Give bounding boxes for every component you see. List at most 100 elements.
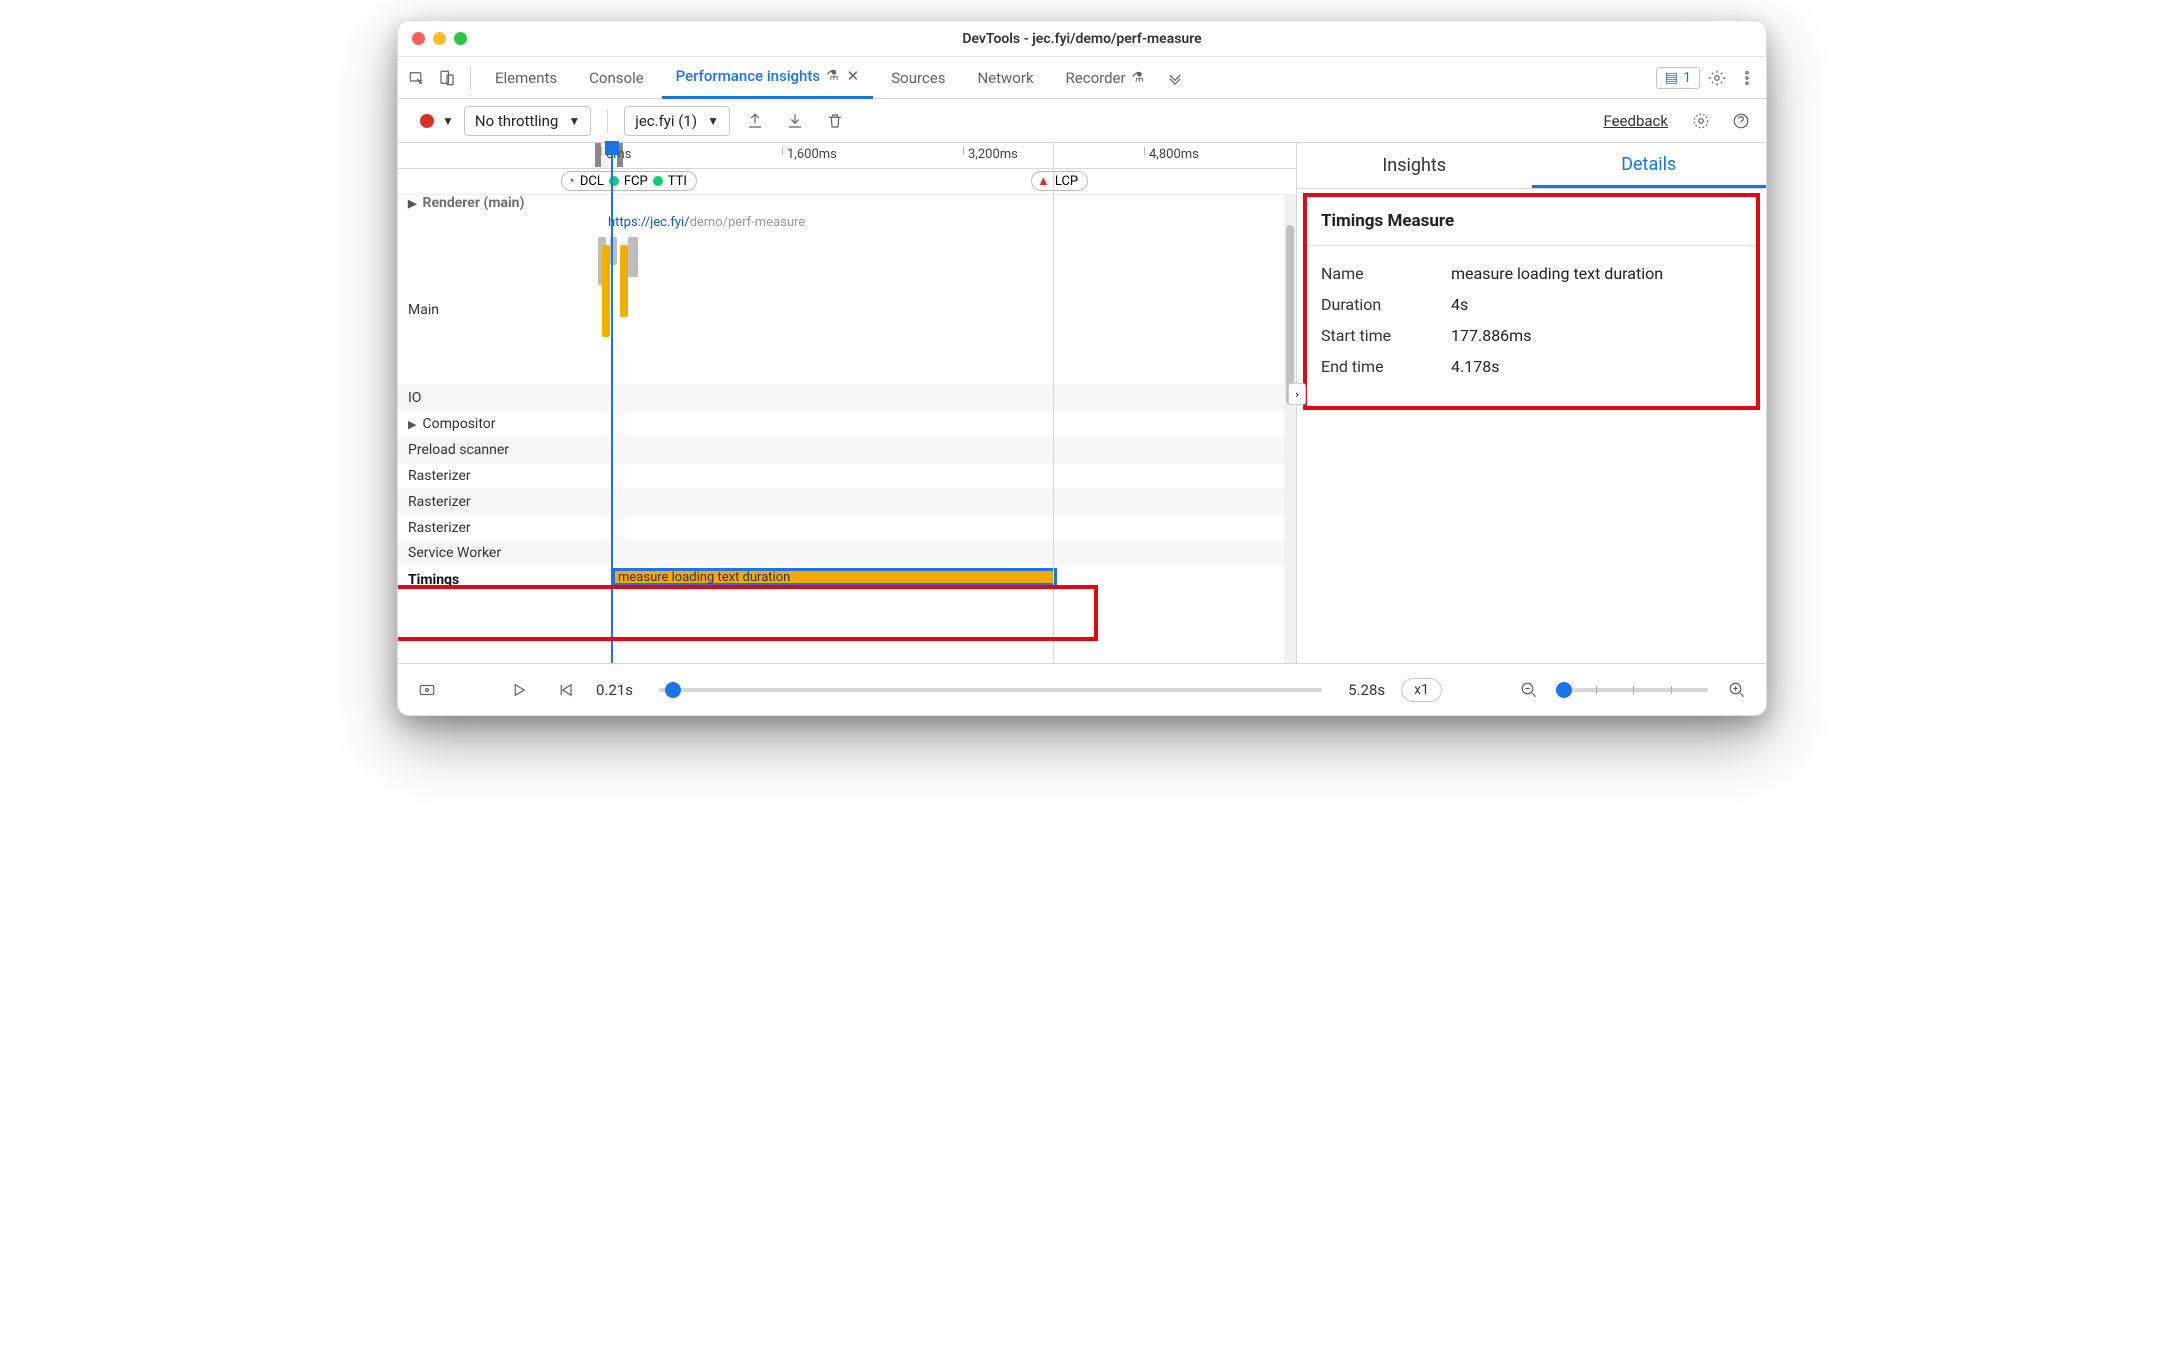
panel-settings-icon[interactable] xyxy=(1686,106,1716,136)
settings-icon[interactable] xyxy=(1704,65,1730,91)
track-timings[interactable]: measure loading text duration xyxy=(598,565,1296,595)
experimental-icon: ⚗ xyxy=(1132,70,1145,86)
devtools-tabs: Elements Console Performance insights ⚗ … xyxy=(398,57,1766,99)
device-toolbar-icon[interactable] xyxy=(434,65,460,91)
throttling-value: No throttling xyxy=(475,112,558,130)
track-rasterizer-label: Rasterizer xyxy=(408,520,471,536)
playback-speed[interactable]: x1 xyxy=(1401,678,1442,702)
separator xyxy=(470,66,471,90)
delete-icon[interactable] xyxy=(820,106,850,136)
detail-key-duration: Duration xyxy=(1321,295,1451,314)
zoom-controls xyxy=(1514,675,1752,705)
track-main[interactable] xyxy=(598,235,1296,385)
experimental-icon: ⚗ xyxy=(826,68,839,84)
track-rasterizer-label: Rasterizer xyxy=(408,494,471,510)
detail-val-duration: 4s xyxy=(1451,295,1468,314)
expand-icon[interactable]: ▶ xyxy=(408,418,416,431)
collapse-icon[interactable]: ▶ xyxy=(408,197,416,210)
detail-val-name: measure loading text duration xyxy=(1451,264,1663,283)
track-service-worker-label: Service Worker xyxy=(408,545,501,561)
zoom-thumb[interactable] xyxy=(1556,682,1572,698)
throttling-select[interactable]: No throttling ▼ xyxy=(464,106,591,136)
record-button[interactable] xyxy=(420,114,434,128)
track-io-label: IO xyxy=(408,390,421,406)
track-main-label: Main xyxy=(408,302,439,318)
maximize-window-button[interactable] xyxy=(454,32,467,45)
zoom-in-icon[interactable] xyxy=(1722,675,1752,705)
zoom-slider[interactable] xyxy=(1558,688,1708,692)
frame-url[interactable]: https://jec.fyi/demo/perf-measure xyxy=(598,215,1296,235)
marker-fcp: FCP xyxy=(624,174,648,189)
tab-performance-insights[interactable]: Performance insights ⚗ ✕ xyxy=(662,57,874,99)
main-area: 0ms 1,600ms 3,200ms 4,800ms ◔ DCL FCP TT… xyxy=(398,143,1766,663)
status-dot-icon xyxy=(653,176,663,186)
tab-elements[interactable]: Elements xyxy=(481,57,571,99)
recording-name: jec.fyi (1) xyxy=(635,112,697,130)
details-section-title: Timings Measure xyxy=(1307,197,1756,246)
tab-recorder[interactable]: Recorder ⚗ xyxy=(1052,57,1159,99)
ruler-tick: 1,600ms xyxy=(782,147,837,155)
message-icon: ▤ xyxy=(1665,70,1678,86)
marker-lcp-pill[interactable]: ▲ LCP xyxy=(1031,171,1088,191)
details-highlight-box: Timings Measure Namemeasure loading text… xyxy=(1303,193,1760,410)
tab-label: Performance insights xyxy=(676,67,820,85)
url-path: demo/perf-measure xyxy=(690,215,806,230)
sidebar-toggle-icon[interactable]: › xyxy=(1288,383,1306,405)
time-ruler[interactable]: 0ms 1,600ms 3,200ms 4,800ms xyxy=(398,143,1296,169)
detail-key-start: Start time xyxy=(1321,326,1451,345)
details-table: Namemeasure loading text duration Durati… xyxy=(1307,246,1756,406)
chevron-down-icon: ▼ xyxy=(568,114,580,128)
playback-bar: 0.21s 5.28s x1 xyxy=(398,663,1766,715)
ruler-tick: 4,800ms xyxy=(1144,147,1199,155)
chevron-down-icon: ▼ xyxy=(707,114,719,128)
detail-key-end: End time xyxy=(1321,357,1451,376)
detail-key-name: Name xyxy=(1321,264,1451,283)
devtools-window: DevTools - jec.fyi/demo/perf-measure Ele… xyxy=(397,20,1767,716)
feedback-link[interactable]: Feedback xyxy=(1603,112,1668,130)
track-rasterizer-label: Rasterizer xyxy=(408,468,471,484)
playhead[interactable] xyxy=(611,143,613,663)
track-compositor-label: Compositor xyxy=(422,416,495,432)
minimize-window-button[interactable] xyxy=(433,32,446,45)
tab-network[interactable]: Network xyxy=(963,57,1047,99)
close-window-button[interactable] xyxy=(412,32,425,45)
timing-measure-block[interactable]: measure loading text duration xyxy=(612,568,1057,586)
toggle-view-icon[interactable] xyxy=(412,675,442,705)
markers-overview: ◔ DCL FCP TTI ▲ LCP xyxy=(398,169,1296,195)
playback-slider[interactable] xyxy=(659,688,1322,692)
import-icon[interactable] xyxy=(780,106,810,136)
tab-insights[interactable]: Insights xyxy=(1297,143,1532,188)
tab-sources[interactable]: Sources xyxy=(877,57,959,99)
close-tab-icon[interactable]: ✕ xyxy=(847,67,860,85)
slider-thumb[interactable] xyxy=(665,682,681,698)
tab-console[interactable]: Console xyxy=(575,57,658,99)
details-panel: Insights Details Timings Measure Namemea… xyxy=(1296,143,1766,663)
jump-start-icon[interactable] xyxy=(550,675,580,705)
help-icon[interactable] xyxy=(1726,106,1756,136)
tab-details[interactable]: Details xyxy=(1532,143,1767,188)
marker-group[interactable]: ◔ DCL FCP TTI xyxy=(561,171,697,191)
play-icon[interactable] xyxy=(504,675,534,705)
titlebar: DevTools - jec.fyi/demo/perf-measure xyxy=(398,21,1766,57)
right-tabs: Insights Details xyxy=(1297,143,1766,189)
kebab-menu-icon[interactable] xyxy=(1734,65,1760,91)
more-tabs-icon[interactable] xyxy=(1162,65,1188,91)
warning-icon: ▲ xyxy=(1037,173,1050,189)
record-menu-caret-icon[interactable]: ▼ xyxy=(442,114,454,128)
track-preload-label: Preload scanner xyxy=(408,442,509,458)
window-title: DevTools - jec.fyi/demo/perf-measure xyxy=(398,31,1766,47)
playback-start-time: 0.21s xyxy=(596,681,633,699)
export-icon[interactable] xyxy=(740,106,770,136)
zoom-out-icon[interactable] xyxy=(1514,675,1544,705)
marker-lcp: LCP xyxy=(1055,174,1078,189)
messages-badge[interactable]: ▤ 1 xyxy=(1656,67,1700,89)
marker-tti: TTI xyxy=(668,174,687,189)
track-renderer-label: Renderer (main) xyxy=(422,195,524,211)
inspect-icon[interactable] xyxy=(404,65,430,91)
tab-label: Recorder xyxy=(1066,69,1126,87)
timeline-panel[interactable]: 0ms 1,600ms 3,200ms 4,800ms ◔ DCL FCP TT… xyxy=(398,143,1296,663)
playback-end-time: 5.28s xyxy=(1348,681,1385,699)
recording-select[interactable]: jec.fyi (1) ▼ xyxy=(624,106,730,136)
tracks: ▶ Renderer (main) https://jec.fyi/demo/p… xyxy=(398,195,1296,663)
perf-toolbar: ▼ No throttling ▼ jec.fyi (1) ▼ Feedback xyxy=(398,99,1766,143)
